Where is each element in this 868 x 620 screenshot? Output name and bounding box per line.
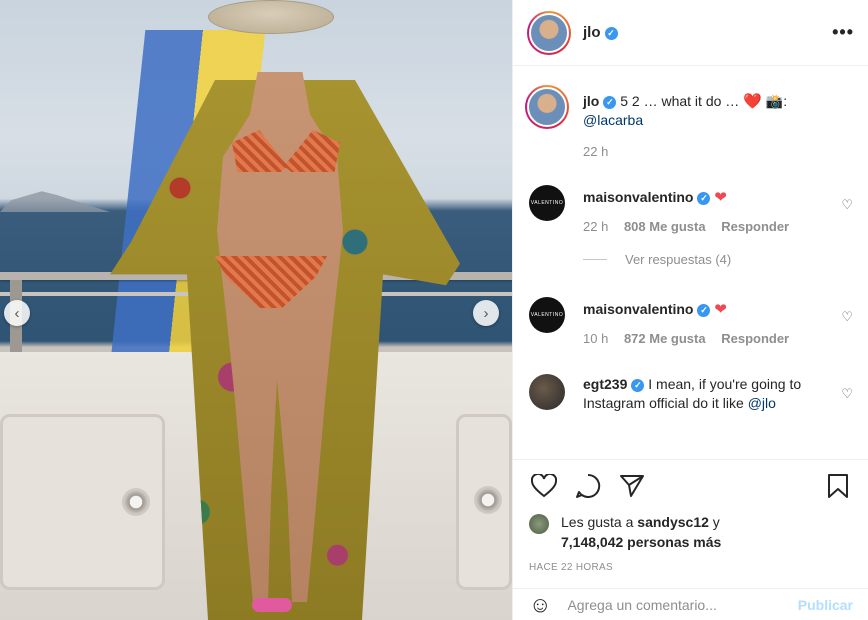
more-options-icon[interactable]: ••• xyxy=(832,22,854,43)
reply-button[interactable]: Responder xyxy=(721,331,789,346)
post-sidebar: jlo ✓ ••• jlo ✓ 5 2 … what it do … ❤️ 📸: @… xyxy=(512,0,868,620)
reply-button[interactable]: Responder xyxy=(721,219,789,234)
verified-icon: ✓ xyxy=(697,304,711,317)
comment-likes-link[interactable]: 872 Me gusta xyxy=(624,331,706,346)
post-actions: Les gusta a sandysc12 y 7,148,042 person… xyxy=(513,459,868,573)
comment-meta: 10 h 872 Me gusta Responder xyxy=(583,331,859,346)
comment-likes-link[interactable]: 808 Me gusta xyxy=(624,219,706,234)
share-icon[interactable] xyxy=(617,471,647,501)
caption-avatar[interactable] xyxy=(525,85,569,129)
verified-icon: ✓ xyxy=(697,192,711,205)
caption: jlo ✓ 5 2 … what it do … ❤️ 📸: @lacarba 2… xyxy=(525,85,859,159)
post-photo[interactable]: ‹ › xyxy=(0,0,512,620)
caption-username[interactable]: jlo xyxy=(583,93,599,109)
heart-icon[interactable] xyxy=(529,471,559,501)
instagram-post-view: ‹ › jlo ✓ ••• jlo ✓ 5 2 … what it do … ❤️ … xyxy=(0,0,868,620)
comment-icon[interactable] xyxy=(573,471,603,501)
photo-deck-knob xyxy=(122,488,150,516)
commenter-username[interactable]: maisonvalentino xyxy=(583,189,693,205)
liker-avatar[interactable] xyxy=(529,514,549,534)
photo-deck-knob xyxy=(474,486,502,514)
comment-item: VALENTINO maisonvalentino ✓ ❤ 10 h 872 Me… xyxy=(529,297,859,346)
like-comment-icon[interactable]: ♡ xyxy=(841,386,853,402)
comment-time: 10 h xyxy=(583,331,609,346)
likes-count[interactable]: 7,148,042 personas más xyxy=(561,534,721,550)
like-comment-icon[interactable]: ♡ xyxy=(841,309,853,325)
comment-text: ❤ xyxy=(714,301,727,318)
likes-summary: Les gusta a sandysc12 y 7,148,042 person… xyxy=(529,512,853,552)
chevron-right-icon: › xyxy=(483,304,489,322)
photo-figure-shoe xyxy=(252,598,292,612)
commenter-avatar[interactable]: VALENTINO xyxy=(529,297,565,333)
comment-mention[interactable]: @jlo xyxy=(748,395,776,411)
photo-island xyxy=(0,191,110,212)
author-username[interactable]: jlo ✓ xyxy=(583,24,618,41)
post-header: jlo ✓ ••• xyxy=(513,0,868,66)
action-bar xyxy=(529,468,853,504)
camera-emoji: 📸 xyxy=(765,93,784,109)
verified-icon: ✓ xyxy=(603,96,617,109)
heart-emoji: ❤️ xyxy=(743,93,762,110)
chevron-left-icon: ‹ xyxy=(14,304,20,322)
commenter-avatar[interactable]: VALENTINO xyxy=(529,185,565,221)
liker-username[interactable]: sandysc12 xyxy=(637,514,709,530)
add-comment-bar: ☺ Agrega un comentario... Publicar xyxy=(513,588,868,620)
commenter-username[interactable]: egt239 xyxy=(583,376,627,392)
previous-image-button[interactable]: ‹ xyxy=(4,300,30,326)
post-timestamp: HACE 22 HORAS xyxy=(529,562,613,573)
publish-button[interactable]: Publicar xyxy=(798,597,853,613)
caption-mention[interactable]: @lacarba xyxy=(583,112,643,128)
like-comment-icon[interactable]: ♡ xyxy=(841,197,853,213)
commenter-username[interactable]: maisonvalentino xyxy=(583,301,693,317)
view-replies-button[interactable]: Ver respuestas (4) xyxy=(583,252,859,267)
comment-item: VALENTINO maisonvalentino ✓ ❤ 22 h 808 Me… xyxy=(529,185,859,267)
photo-figure-hat xyxy=(208,0,334,34)
verified-icon: ✓ xyxy=(631,379,645,392)
comment-input[interactable]: Agrega un comentario... xyxy=(567,597,716,613)
bookmark-icon[interactable] xyxy=(823,471,853,501)
next-image-button[interactable]: › xyxy=(473,300,499,326)
comment-time: 22 h xyxy=(583,219,609,234)
comment-item: egt239 ✓ I mean, if you're going to Insta… xyxy=(529,374,859,413)
caption-time: 22 h xyxy=(583,144,609,159)
comments-list[interactable]: jlo ✓ 5 2 … what it do … ❤️ 📸: @lacarba 2… xyxy=(513,67,868,459)
comment-meta: 22 h 808 Me gusta Responder xyxy=(583,219,859,234)
commenter-avatar[interactable] xyxy=(529,374,565,410)
emoji-icon[interactable]: ☺ xyxy=(529,592,551,618)
caption-text: 5 2 … what it do … xyxy=(616,93,740,109)
author-avatar[interactable] xyxy=(527,10,571,55)
comment-text: ❤ xyxy=(714,189,727,206)
verified-icon: ✓ xyxy=(604,27,618,40)
